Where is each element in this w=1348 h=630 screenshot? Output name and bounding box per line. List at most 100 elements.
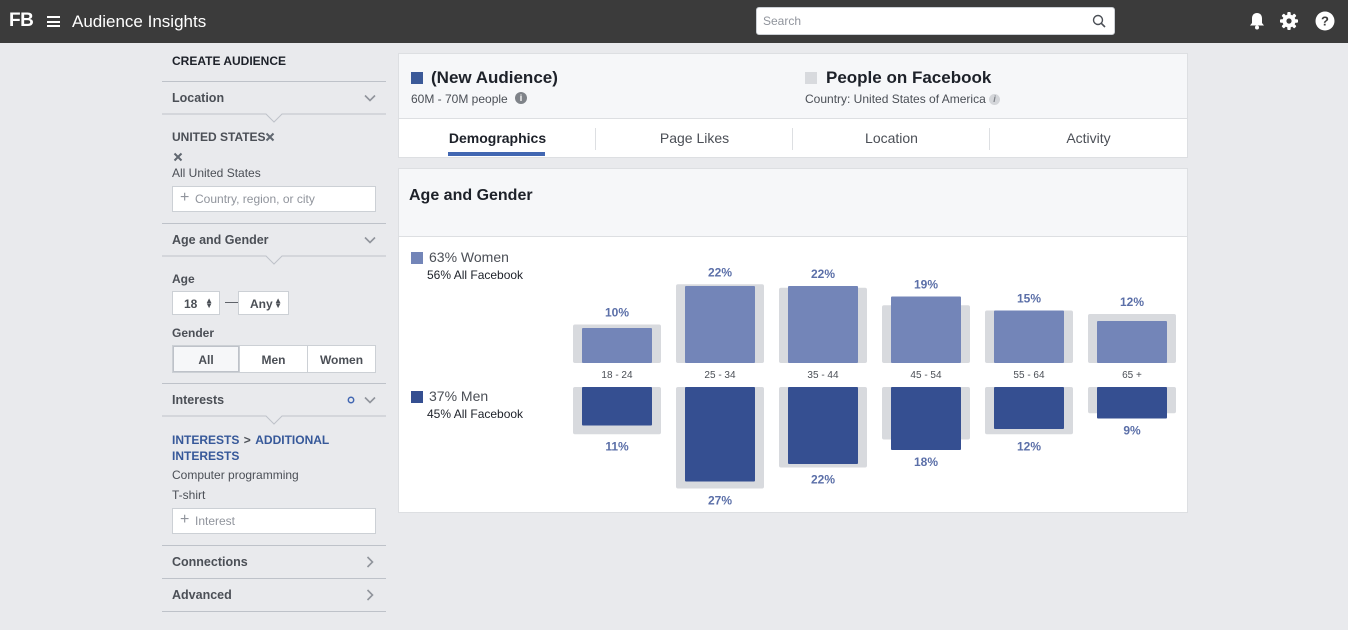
interest-input[interactable]	[195, 509, 375, 533]
section-divider-caret	[162, 113, 386, 123]
notifications-bell-icon[interactable]	[1247, 11, 1267, 31]
sort-arrows-icon: ▲ ▼	[205, 296, 213, 310]
interest-input-box[interactable]: +	[172, 508, 376, 534]
menu-icon[interactable]	[47, 16, 60, 27]
section-divider-caret	[162, 415, 386, 425]
men-data-label: 12%	[1017, 439, 1041, 453]
women-data-label: 22%	[811, 267, 835, 281]
tab-label: Location	[865, 130, 918, 146]
divider	[162, 545, 386, 546]
sort-arrows-icon: ▲ ▼	[274, 296, 282, 310]
age-max-select[interactable]: Any ▲ ▼	[238, 291, 289, 315]
search-icon[interactable]	[1092, 14, 1106, 28]
gender-selector: All Men Women	[172, 345, 376, 373]
age-category-label: 25 - 34	[704, 370, 736, 381]
interests-breadcrumb: INTERESTS > ADDITIONAL INTERESTS	[172, 432, 352, 464]
advanced-section-header[interactable]: Advanced	[172, 588, 232, 602]
age-range-dash: —	[225, 294, 238, 309]
app-logo[interactable]: FB	[9, 10, 34, 32]
audience-name: (New Audience)	[431, 68, 558, 87]
women-bar	[1097, 321, 1167, 363]
age-gender-panel: Age and Gender 63% Women 56% All Faceboo…	[398, 168, 1188, 513]
men-data-label: 27%	[708, 494, 732, 508]
tab-demographics[interactable]: Demographics	[399, 119, 596, 157]
tab-label: Activity	[1066, 130, 1111, 146]
chevron-down-icon[interactable]	[364, 394, 376, 406]
age-label: Age	[172, 272, 195, 286]
tab-label: Demographics	[448, 130, 547, 146]
age-category-label: 55 - 64	[1013, 370, 1045, 381]
tab-page-likes[interactable]: Page Likes	[596, 119, 793, 157]
location-country-label: UNITED STATES	[172, 130, 266, 144]
insights-tabs: Demographics Page Likes Location Activit…	[399, 119, 1187, 157]
women-bar	[788, 286, 858, 363]
women-data-label: 12%	[1120, 295, 1144, 309]
gender-men-button[interactable]: Men	[240, 346, 308, 372]
age-category-label: 65 +	[1122, 370, 1142, 381]
gender-women-button[interactable]: Women	[308, 346, 375, 372]
search-input[interactable]	[757, 8, 1077, 34]
gender-label: Gender	[172, 326, 215, 340]
age-min-select[interactable]: 18 ▲ ▼	[172, 291, 220, 315]
chevron-right-icon[interactable]	[364, 589, 376, 601]
chevron-down-icon[interactable]	[364, 92, 376, 104]
tab-activity[interactable]: Activity	[990, 119, 1187, 157]
divider	[162, 578, 386, 579]
app-title[interactable]: Audience Insights	[72, 12, 206, 32]
men-bar	[1097, 387, 1167, 419]
interest-item: T-shirt	[172, 488, 206, 502]
interests-root-link[interactable]: INTERESTS	[172, 433, 239, 447]
info-icon[interactable]: i	[989, 94, 1000, 105]
location-input[interactable]	[195, 187, 375, 211]
breadcrumb-separator: >	[243, 433, 251, 447]
age-gender-section-header[interactable]: Age and Gender	[172, 233, 269, 247]
women-data-label: 19%	[914, 278, 938, 292]
location-country: UNITED STATES	[172, 130, 266, 144]
women-data-label: 22%	[708, 265, 732, 279]
men-bar	[788, 387, 858, 464]
women-data-label: 15%	[1017, 292, 1041, 306]
section-divider-caret	[162, 255, 386, 265]
tab-location[interactable]: Location	[793, 119, 990, 157]
plus-icon: +	[180, 189, 190, 206]
settings-gear-icon[interactable]	[1279, 11, 1299, 31]
men-data-label: 18%	[914, 455, 938, 469]
comparison-country: Country: United States of America	[805, 92, 986, 106]
women-bar	[582, 328, 652, 363]
men-data-label: 9%	[1123, 424, 1141, 438]
connections-section-header[interactable]: Connections	[172, 555, 248, 569]
age-category-label: 35 - 44	[807, 370, 839, 381]
audience-color-swatch	[411, 72, 423, 84]
men-bar	[685, 387, 755, 482]
chevron-down-icon[interactable]	[364, 234, 376, 246]
age-category-label: 18 - 24	[601, 370, 633, 381]
age-gender-bar-chart: 10% 11% 18 - 24 22% 27% 25 - 34 22% 22% 35 - 44 1…	[571, 265, 1177, 508]
women-bar	[685, 286, 755, 363]
women-data-label: 10%	[605, 306, 629, 320]
men-bar	[994, 387, 1064, 429]
create-audience-heading: CREATE AUDIENCE	[172, 54, 287, 68]
audience-size: 60M - 70M people	[411, 92, 508, 106]
gender-all-button[interactable]: All	[173, 346, 240, 372]
women-bar	[891, 296, 961, 363]
age-axis-strip	[571, 363, 1177, 387]
interests-section-header[interactable]: Interests	[172, 393, 224, 407]
remove-location-icon[interactable]	[173, 152, 183, 162]
interest-item: Computer programming	[172, 468, 299, 482]
chevron-right-icon[interactable]	[364, 556, 376, 568]
divider	[162, 223, 386, 224]
plus-icon: +	[180, 511, 190, 528]
divider	[162, 81, 386, 82]
comparison-name: People on Facebook	[826, 68, 992, 87]
men-data-label: 22%	[811, 473, 835, 487]
svg-text:?: ?	[1321, 14, 1329, 29]
info-icon[interactable]: i	[515, 92, 527, 104]
location-input-box[interactable]: +	[172, 186, 376, 212]
remove-country-icon[interactable]	[265, 132, 275, 142]
search-box[interactable]	[756, 7, 1115, 35]
divider	[162, 611, 386, 612]
location-section-header[interactable]: Location	[172, 91, 224, 105]
top-bar: FB Audience Insights ?	[0, 0, 1348, 43]
help-icon[interactable]: ?	[1315, 11, 1335, 31]
active-tab-indicator	[448, 152, 545, 156]
